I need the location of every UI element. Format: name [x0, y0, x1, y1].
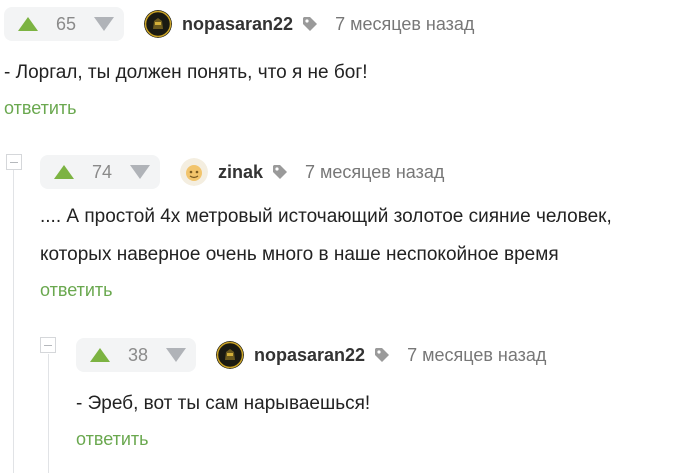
comment-text-line: .... А простой 4х метровый источающий зо…	[40, 206, 612, 227]
downvote-icon[interactable]	[130, 165, 150, 179]
comment-text-line: которых наверное очень много в наше несп…	[40, 244, 559, 265]
comment-header: 38 nopasaran22 7 месяцев назад	[76, 337, 686, 373]
thread-line-level-2	[48, 354, 49, 473]
reply-link[interactable]: ответить	[40, 280, 690, 301]
reply-link[interactable]: ответить	[76, 429, 686, 450]
tag-icon[interactable]	[301, 15, 319, 33]
collapse-branch-icon[interactable]	[6, 154, 22, 170]
comment-text: - Лоргал, ты должен понять, что я не бог…	[4, 62, 368, 83]
upvote-icon[interactable]	[90, 348, 110, 362]
timestamp[interactable]: 7 месяцев назад	[305, 162, 444, 183]
timestamp[interactable]: 7 месяцев назад	[335, 14, 474, 35]
upvote-icon[interactable]	[54, 165, 74, 179]
rating-value: 38	[127, 344, 149, 365]
upvote-icon[interactable]	[18, 17, 38, 31]
thread-line-level-1	[13, 170, 14, 473]
downvote-icon[interactable]	[166, 348, 186, 362]
tag-icon[interactable]	[373, 346, 391, 364]
timestamp[interactable]: 7 месяцев назад	[407, 345, 546, 366]
rating-value: 74	[91, 161, 113, 182]
tag-icon[interactable]	[271, 163, 289, 181]
avatar[interactable]	[180, 158, 208, 186]
collapse-branch-icon[interactable]	[40, 337, 56, 353]
rating-value: 65	[55, 13, 77, 34]
downvote-icon[interactable]	[94, 17, 114, 31]
rating-box: 38	[76, 338, 196, 372]
rating-box: 74	[40, 155, 160, 189]
author-name[interactable]: nopasaran22	[254, 345, 365, 366]
avatar[interactable]	[144, 10, 172, 38]
author-name[interactable]: nopasaran22	[182, 14, 293, 35]
comment: 74 zinak 7 месяцев назад .... А простой …	[40, 154, 690, 301]
reply-link[interactable]: ответить	[4, 98, 684, 119]
author-name[interactable]: zinak	[218, 162, 263, 183]
avatar[interactable]	[216, 341, 244, 369]
comment-header: 74 zinak 7 месяцев назад	[40, 154, 690, 190]
comment-header: 65 nopasaran22 7 месяцев назад	[4, 6, 684, 42]
comment: 65 nopasaran22 7 месяцев назад - Лоргал,…	[4, 6, 684, 119]
rating-box: 65	[4, 7, 124, 41]
comment-text: .... А простой 4х метровый источающий зо…	[40, 202, 690, 270]
comment-text: - Эреб, вот ты сам нарываешься!	[76, 393, 371, 414]
comment: 38 nopasaran22 7 месяцев назад - Эреб, в…	[76, 337, 686, 450]
